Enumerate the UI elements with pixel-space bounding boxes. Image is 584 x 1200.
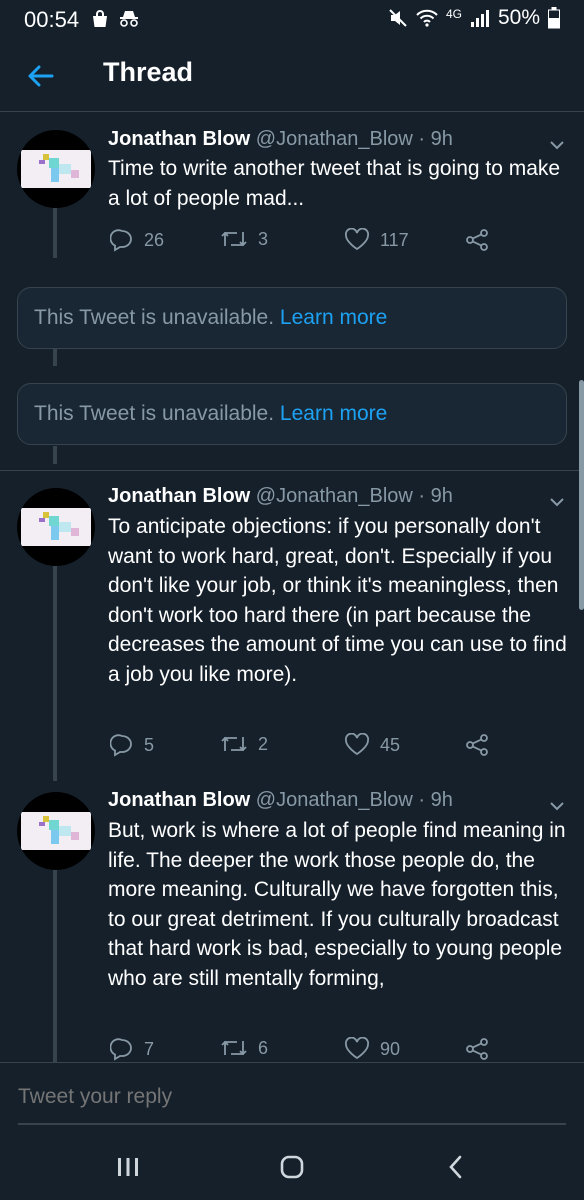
- author-handle: @Jonathan_Blow · 9h: [255, 789, 453, 811]
- share-icon: [466, 1038, 488, 1060]
- unavailable-message: This Tweet is unavailable. Learn more: [34, 306, 387, 330]
- heart-icon: [345, 1037, 369, 1060]
- learn-more-link[interactable]: Learn more: [280, 306, 387, 329]
- author-name[interactable]: Jonathan Blow: [108, 128, 250, 150]
- system-nav-bar: [0, 1134, 584, 1200]
- home-icon: [280, 1155, 304, 1179]
- learn-more-link[interactable]: Learn more: [280, 402, 387, 425]
- thread-screen: 00:54 4G 50% Thread Jonathan Blow @Jonat…: [0, 0, 584, 1200]
- back-arrow-icon: [28, 65, 54, 87]
- heart-icon: [345, 228, 369, 251]
- share-button[interactable]: [464, 228, 490, 252]
- app-header: Thread: [0, 38, 584, 112]
- avatar-image: [21, 508, 91, 546]
- reply-button[interactable]: 26: [110, 228, 164, 252]
- author-handle: @Jonathan_Blow · 9h: [255, 128, 453, 150]
- retweet-icon: [221, 736, 247, 752]
- unavailable-message: This Tweet is unavailable. Learn more: [34, 402, 387, 426]
- status-time: 00:54: [24, 7, 80, 32]
- status-bar: 00:54 4G 50%: [0, 0, 584, 38]
- reply-underline: [18, 1123, 566, 1125]
- reply-icon: [110, 734, 132, 757]
- reply-button[interactable]: 5: [110, 733, 154, 757]
- reply-icon: [110, 1038, 132, 1061]
- tweet-text: Time to write another tweet that is goin…: [108, 157, 561, 210]
- tweet-header: Jonathan Blow @Jonathan_Blow · 9h: [108, 485, 453, 508]
- share-icon: [466, 229, 488, 251]
- unavailable-label: This Tweet is unavailable.: [34, 306, 275, 329]
- recent-apps-button[interactable]: [108, 1152, 148, 1182]
- like-button[interactable]: 117: [344, 228, 409, 252]
- like-button[interactable]: 45: [344, 733, 400, 757]
- heart-icon: [345, 733, 369, 756]
- share-button[interactable]: [464, 733, 490, 757]
- chevron-down-icon[interactable]: [546, 491, 568, 513]
- unavailable-tweet: This Tweet is unavailable. Learn more: [17, 383, 567, 445]
- notification-icons: [90, 9, 140, 29]
- tweet[interactable]: Jonathan Blow @Jonathan_Blow · 9h But, w…: [0, 775, 584, 1065]
- tweet-text: To anticipate objections: if you persona…: [108, 515, 567, 686]
- tweet-header: Jonathan Blow @Jonathan_Blow · 9h: [108, 789, 453, 812]
- tweet-header: Jonathan Blow @Jonathan_Blow · 9h: [108, 128, 453, 151]
- avatar-image: [21, 812, 91, 850]
- like-count: 90: [380, 1038, 401, 1059]
- battery-icon: [548, 7, 560, 29]
- thread-connector: [53, 446, 57, 464]
- reply-input[interactable]: [18, 1085, 558, 1109]
- tweet-actions: 26 3 117: [108, 228, 568, 256]
- reply-count: 5: [144, 734, 155, 755]
- reply-composer: [0, 1062, 584, 1134]
- author-name[interactable]: Jonathan Blow: [108, 485, 250, 507]
- retweet-icon: [221, 231, 247, 247]
- avatar[interactable]: [17, 792, 95, 870]
- retweet-count: 2: [258, 733, 269, 754]
- battery-percent: 50%: [497, 6, 540, 29]
- chevron-down-icon[interactable]: [546, 795, 568, 817]
- shopping-bag-icon: [93, 10, 107, 27]
- retweet-button[interactable]: 2: [220, 733, 268, 755]
- like-button[interactable]: 90: [344, 1037, 400, 1061]
- network-type: 4G: [445, 7, 462, 21]
- unavailable-tweet: This Tweet is unavailable. Learn more: [17, 287, 567, 349]
- tweet[interactable]: Jonathan Blow @Jonathan_Blow · 9h To ant…: [0, 471, 584, 781]
- avatar-image: [21, 150, 91, 188]
- reply-count: 7: [144, 1038, 155, 1059]
- retweet-count: 3: [258, 228, 269, 249]
- like-count: 117: [380, 229, 409, 250]
- incognito-icon: [120, 11, 138, 27]
- thread-connector: [53, 348, 57, 366]
- author-name[interactable]: Jonathan Blow: [108, 789, 250, 811]
- home-button[interactable]: [272, 1152, 312, 1182]
- system-indicators: 4G 50%: [388, 6, 560, 30]
- unavailable-label: This Tweet is unavailable.: [34, 402, 275, 425]
- reply-button[interactable]: 7: [110, 1037, 154, 1061]
- tweet[interactable]: Jonathan Blow @Jonathan_Blow · 9h Time t…: [0, 112, 584, 272]
- chevron-left-icon: [449, 1155, 462, 1179]
- avatar[interactable]: [17, 130, 95, 208]
- mute-icon: [389, 9, 407, 27]
- tweet-text: But, work is where a lot of people find …: [108, 819, 566, 990]
- back-button[interactable]: [22, 58, 58, 94]
- retweet-count: 6: [258, 1037, 269, 1058]
- share-button[interactable]: [464, 1037, 490, 1061]
- chevron-down-icon[interactable]: [546, 134, 568, 156]
- back-nav-button[interactable]: [436, 1152, 476, 1182]
- tweet-actions: 5 2 45: [108, 733, 568, 761]
- avatar[interactable]: [17, 488, 95, 566]
- retweet-button[interactable]: 6: [220, 1037, 268, 1059]
- reply-icon: [110, 229, 132, 252]
- share-icon: [466, 734, 488, 756]
- wifi-icon: [416, 9, 438, 27]
- retweet-button[interactable]: 3: [220, 228, 268, 250]
- retweet-icon: [221, 1040, 247, 1056]
- like-count: 45: [380, 734, 401, 755]
- reply-count: 26: [144, 229, 165, 250]
- recent-apps-icon: [118, 1158, 138, 1176]
- tweet-actions: 7 6 90: [108, 1037, 568, 1065]
- author-handle: @Jonathan_Blow · 9h: [255, 485, 453, 507]
- scrollbar[interactable]: [579, 380, 584, 610]
- page-title: Thread: [103, 57, 194, 87]
- signal-icon: [470, 10, 489, 27]
